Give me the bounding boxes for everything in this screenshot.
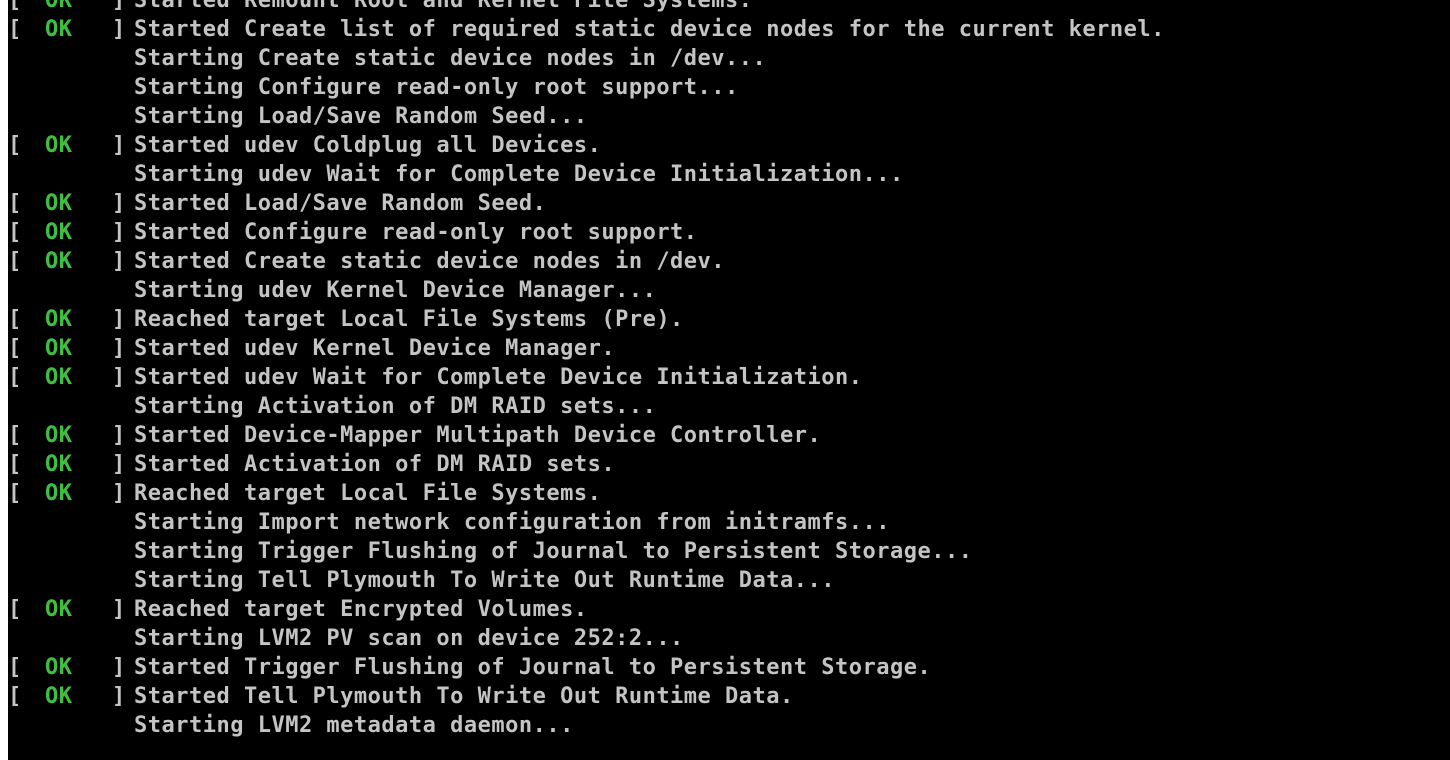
- status-ok-label: OK: [45, 423, 73, 448]
- log-message: Reached target Local File Systems.: [134, 481, 602, 506]
- log-message: Starting udev Kernel Device Manager...: [134, 278, 657, 303]
- log-message: Started Activation of DM RAID sets.: [134, 452, 616, 477]
- log-message: Reached target Encrypted Volumes.: [134, 597, 588, 622]
- status-bracket-open: [: [8, 365, 22, 390]
- log-line-ok: [ OK] Reached target Encrypted Volumes.: [8, 595, 1450, 624]
- log-message: Started Create static device nodes in /d…: [134, 249, 726, 274]
- log-line-ok: [ OK] Started Trigger Flushing of Journal …: [8, 653, 1450, 682]
- log-line-starting: Starting udev Wait for Complete Device I…: [8, 160, 1450, 189]
- boot-log: [ OK] Started Remount Root and Kernel File…: [8, 0, 1450, 740]
- log-line-ok: [ OK] Started Activation of DM RAID sets.: [8, 450, 1450, 479]
- status-bracket-close: ]: [112, 597, 126, 622]
- status-bracket-open: [: [8, 336, 22, 361]
- status-bracket-open: [: [8, 481, 22, 506]
- log-line-starting: Starting Configure read-only root suppor…: [8, 73, 1450, 102]
- status-bracket-open: [: [8, 307, 22, 332]
- log-message: Starting Load/Save Random Seed...: [134, 104, 588, 129]
- log-line-ok: [ OK] Reached target Local File Systems.: [8, 479, 1450, 508]
- status-ok-label: OK: [45, 655, 73, 680]
- log-line-ok: [ OK] Started Load/Save Random Seed.: [8, 189, 1450, 218]
- log-line-starting: Starting Activation of DM RAID sets...: [8, 392, 1450, 421]
- log-line-starting: Starting Tell Plymouth To Write Out Runt…: [8, 566, 1450, 595]
- log-line-ok: [ OK] Started Create static device nodes i…: [8, 247, 1450, 276]
- log-message: Started Trigger Flushing of Journal to P…: [134, 655, 932, 680]
- status-ok-label: OK: [45, 597, 73, 622]
- status-ok-label: OK: [45, 684, 73, 709]
- status-ok-label: OK: [45, 17, 73, 42]
- log-message: Starting Activation of DM RAID sets...: [134, 394, 657, 419]
- status-bracket-close: ]: [112, 655, 126, 680]
- log-message: Starting Create static device nodes in /…: [134, 46, 767, 71]
- status-ok-label: OK: [45, 336, 73, 361]
- log-message: Starting udev Wait for Complete Device I…: [134, 162, 904, 187]
- log-line-starting: Starting Load/Save Random Seed...: [8, 102, 1450, 131]
- status-ok-label: OK: [45, 481, 73, 506]
- status-bracket-open: [: [8, 133, 22, 158]
- status-bracket-open: [: [8, 655, 22, 680]
- log-message: Starting Configure read-only root suppor…: [134, 75, 739, 100]
- log-line-starting: Starting Import network configuration fr…: [8, 508, 1450, 537]
- status-bracket-open: [: [8, 220, 22, 245]
- log-line-starting: Starting Trigger Flushing of Journal to …: [8, 537, 1450, 566]
- log-message: Started udev Kernel Device Manager.: [134, 336, 616, 361]
- log-line-ok: [ OK] Started Configure read-only root sup…: [8, 218, 1450, 247]
- log-line-ok: [ OK] Reached target Local File Systems (P…: [8, 305, 1450, 334]
- status-bracket-close: ]: [112, 481, 126, 506]
- status-bracket-close: ]: [112, 365, 126, 390]
- log-message: Started Device-Mapper Multipath Device C…: [134, 423, 822, 448]
- log-message: Starting Import network configuration fr…: [134, 510, 890, 535]
- log-line-starting: Starting LVM2 PV scan on device 252:2...: [8, 624, 1450, 653]
- log-line-starting: Starting Create static device nodes in /…: [8, 44, 1450, 73]
- status-bracket-open: [: [8, 249, 22, 274]
- boot-console-screen: [ OK] Started Remount Root and Kernel File…: [8, 0, 1450, 760]
- status-bracket-close: ]: [112, 0, 126, 13]
- status-bracket-open: [: [8, 191, 22, 216]
- log-message: Started udev Coldplug all Devices.: [134, 133, 602, 158]
- log-line-ok: [ OK] Started Remount Root and Kernel File…: [8, 0, 1450, 15]
- status-bracket-open: [: [8, 684, 22, 709]
- log-message: Reached target Local File Systems (Pre).: [134, 307, 684, 332]
- status-bracket-close: ]: [112, 249, 126, 274]
- status-bracket-close: ]: [112, 133, 126, 158]
- status-bracket-close: ]: [112, 684, 126, 709]
- status-bracket-open: [: [8, 17, 22, 42]
- log-line-ok: [ OK] Started udev Kernel Device Manager.: [8, 334, 1450, 363]
- status-bracket-close: ]: [112, 307, 126, 332]
- status-bracket-open: [: [8, 423, 22, 448]
- status-bracket-close: ]: [112, 452, 126, 477]
- status-ok-label: OK: [45, 452, 73, 477]
- log-message: Starting Trigger Flushing of Journal to …: [134, 539, 973, 564]
- status-bracket-close: ]: [112, 191, 126, 216]
- status-bracket-close: ]: [112, 423, 126, 448]
- log-message: Started Tell Plymouth To Write Out Runti…: [134, 684, 794, 709]
- log-message: Starting LVM2 metadata daemon...: [134, 713, 574, 738]
- status-ok-label: OK: [45, 307, 73, 332]
- status-bracket-open: [: [8, 597, 22, 622]
- log-line-ok: [ OK] Started udev Coldplug all Devices.: [8, 131, 1450, 160]
- status-bracket-close: ]: [112, 17, 126, 42]
- log-message: Starting Tell Plymouth To Write Out Runt…: [134, 568, 836, 593]
- status-bracket-open: [: [8, 452, 22, 477]
- status-ok-label: OK: [45, 191, 73, 216]
- log-line-ok: [ OK] Started Device-Mapper Multipath Devi…: [8, 421, 1450, 450]
- status-ok-label: OK: [45, 220, 73, 245]
- status-bracket-open: [: [8, 0, 22, 13]
- status-ok-label: OK: [45, 249, 73, 274]
- status-ok-label: OK: [45, 133, 73, 158]
- log-line-ok: [ OK] Started Tell Plymouth To Write Out R…: [8, 682, 1450, 711]
- status-bracket-close: ]: [112, 220, 126, 245]
- log-message: Started Create list of required static d…: [134, 17, 1165, 42]
- log-message: Started udev Wait for Complete Device In…: [134, 365, 863, 390]
- log-line-ok: [ OK] Started Create list of required stat…: [8, 15, 1450, 44]
- log-line-starting: Starting LVM2 metadata daemon...: [8, 711, 1450, 740]
- status-ok-label: OK: [45, 0, 73, 13]
- log-message: Started Configure read-only root support…: [134, 220, 698, 245]
- status-ok-label: OK: [45, 365, 73, 390]
- log-message: Starting LVM2 PV scan on device 252:2...: [134, 626, 684, 651]
- log-line-starting: Starting udev Kernel Device Manager...: [8, 276, 1450, 305]
- log-line-ok: [ OK] Started udev Wait for Complete Devic…: [8, 363, 1450, 392]
- status-bracket-close: ]: [112, 336, 126, 361]
- log-message: Started Remount Root and Kernel File Sys…: [134, 0, 753, 13]
- log-message: Started Load/Save Random Seed.: [134, 191, 547, 216]
